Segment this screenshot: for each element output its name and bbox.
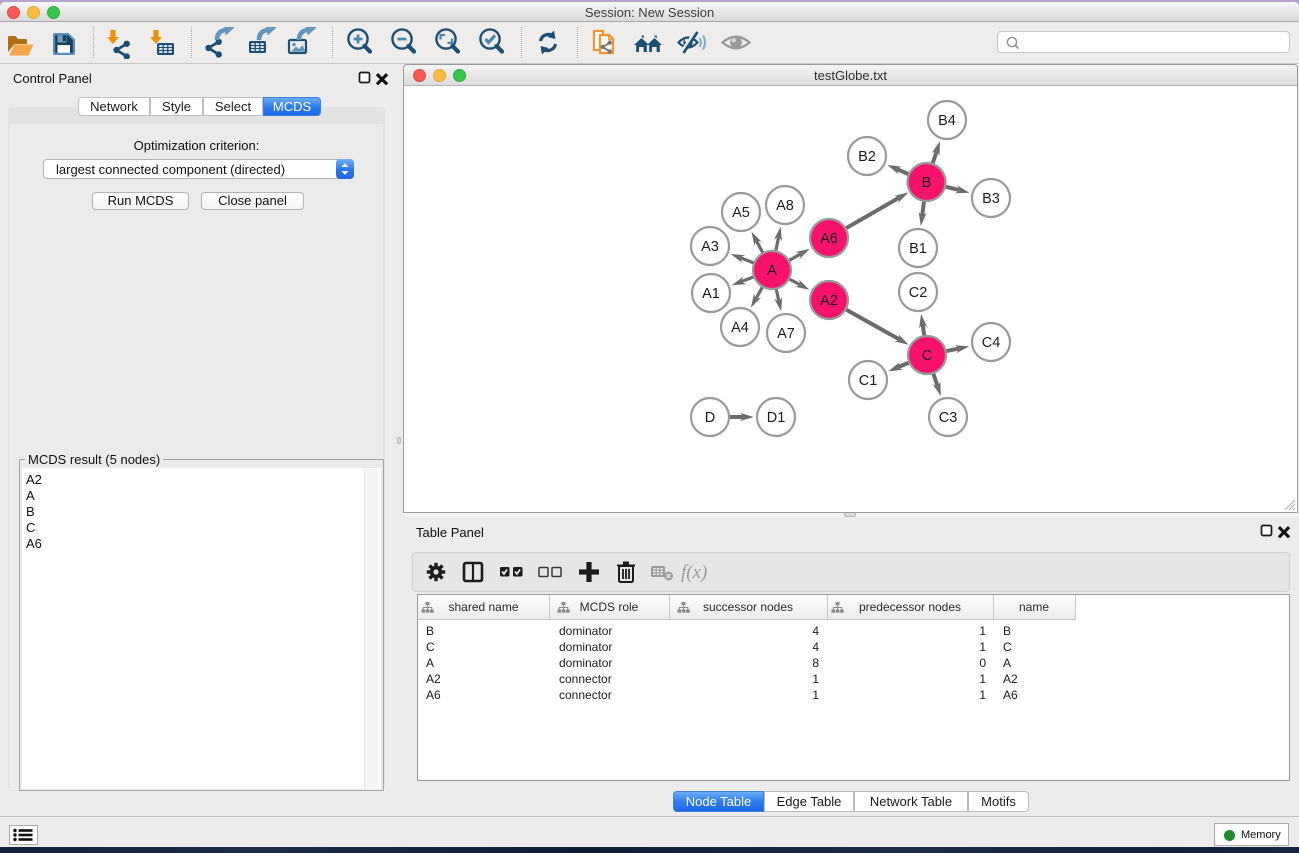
svg-text:B1: B1: [909, 241, 927, 257]
svg-text:A5: A5: [732, 205, 750, 221]
svg-text:C4: C4: [982, 335, 1001, 351]
svg-text:A7: A7: [777, 326, 795, 342]
svg-text:C2: C2: [909, 285, 928, 301]
svg-text:D: D: [705, 410, 715, 426]
svg-text:B3: B3: [982, 191, 1000, 207]
svg-text:f(x): f(x): [681, 562, 707, 583]
svg-text:A6: A6: [820, 231, 838, 247]
svg-text:B: B: [922, 175, 932, 191]
svg-text:A4: A4: [731, 320, 749, 336]
svg-text:C: C: [922, 348, 932, 364]
svg-text:A1: A1: [702, 286, 720, 302]
svg-text:A3: A3: [701, 239, 719, 255]
svg-text:A: A: [767, 263, 777, 279]
svg-text:B4: B4: [938, 113, 956, 129]
svg-text:B2: B2: [858, 149, 876, 165]
svg-text:C1: C1: [859, 373, 878, 389]
svg-text:C3: C3: [939, 410, 958, 426]
svg-text:A8: A8: [776, 198, 794, 214]
svg-text:A2: A2: [820, 293, 838, 309]
svg-text:D1: D1: [767, 410, 786, 426]
